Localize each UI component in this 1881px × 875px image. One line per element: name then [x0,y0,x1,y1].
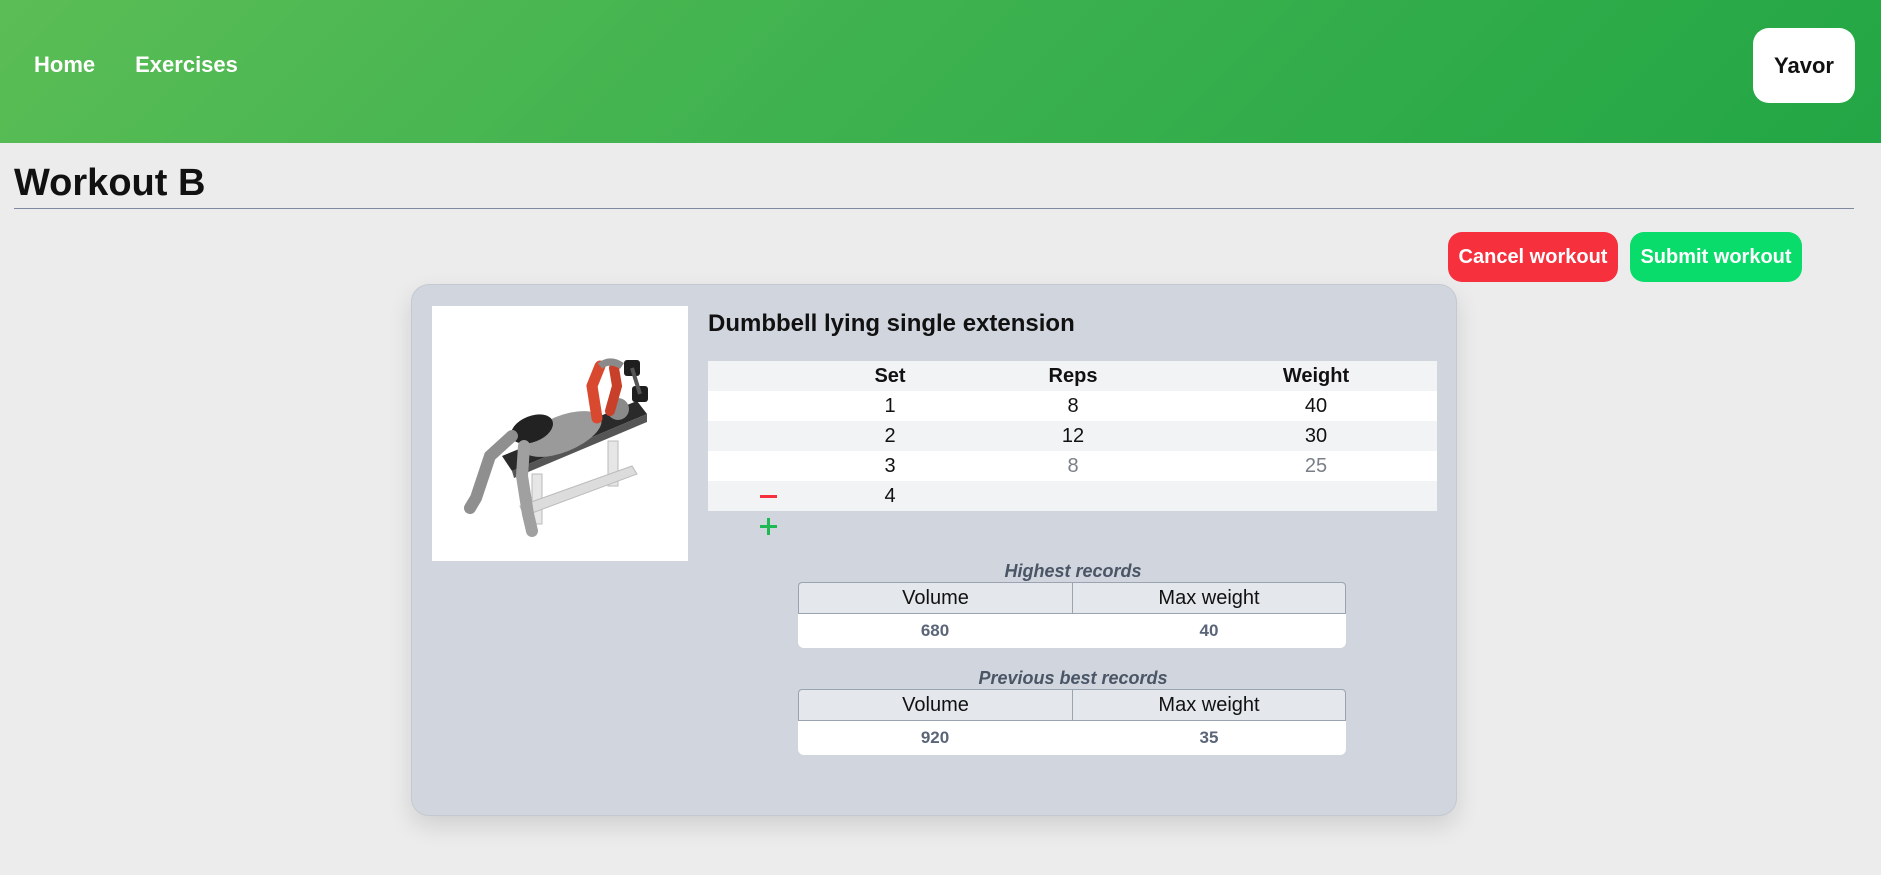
set-number: 3 [884,454,896,477]
highest-max-weight-value: 40 [1072,614,1346,648]
nav-home-link[interactable]: Home [34,52,95,78]
highest-records-caption: Highest records [1004,561,1142,581]
user-menu-button[interactable]: Yavor [1753,28,1855,103]
volume-header: Volume [798,582,1072,614]
max-weight-header: Max weight [1072,582,1346,614]
submit-workout-button[interactable]: Submit workout [1630,232,1802,282]
reps-input[interactable] [951,481,1195,511]
highest-volume-value: 680 [798,614,1072,648]
exercise-card: Dumbbell lying single extension Set Reps… [411,284,1457,816]
previous-best-records-caption: Previous best records [978,668,1168,688]
action-column-header [708,361,829,391]
cancel-workout-button[interactable]: Cancel workout [1448,232,1618,282]
weight-input[interactable]: 40 [1195,391,1437,421]
reps-column-header: Reps [1048,364,1098,387]
set-row: 1 8 40 [708,391,1437,421]
reps-input[interactable]: 12 [951,421,1195,451]
weight-input[interactable] [1195,481,1437,511]
previous-max-weight-value: 35 [1072,721,1346,755]
set-number: 4 [884,484,896,507]
volume-header: Volume [798,689,1072,721]
set-row: 2 12 30 [708,421,1437,451]
top-header: Home Exercises Yavor [0,0,1881,143]
page-title: Workout B [14,162,206,204]
set-number: 2 [884,424,896,447]
reps-input[interactable]: 8 [951,391,1195,421]
weight-column-header: Weight [1282,364,1350,387]
reps-input[interactable]: 8 [951,451,1195,481]
sets-header-row: Set Reps Weight [708,361,1437,391]
dumbbell-lying-extension-illustration [464,358,648,537]
nav-exercises-link[interactable]: Exercises [135,52,238,78]
max-weight-header: Max weight [1072,689,1346,721]
set-number: 1 [884,394,896,417]
sets-table: Set Reps Weight 1 8 40 2 12 30 3 8 25 4 [708,361,1437,511]
add-set-icon[interactable] [759,517,777,535]
title-divider [14,208,1854,209]
weight-input[interactable]: 25 [1195,451,1437,481]
highest-records-table: Volume Max weight 680 40 [798,582,1346,648]
exercise-title: Dumbbell lying single extension [708,310,1075,337]
previous-best-records-table: Volume Max weight 920 35 [798,689,1346,755]
set-row: 3 8 25 [708,451,1437,481]
exercise-image [432,306,688,561]
set-row: 4 [708,481,1437,511]
previous-volume-value: 920 [798,721,1072,755]
weight-input[interactable]: 30 [1195,421,1437,451]
main-nav: Home Exercises [34,52,238,78]
set-column-header: Set [874,364,906,387]
remove-set-icon[interactable] [760,494,777,498]
